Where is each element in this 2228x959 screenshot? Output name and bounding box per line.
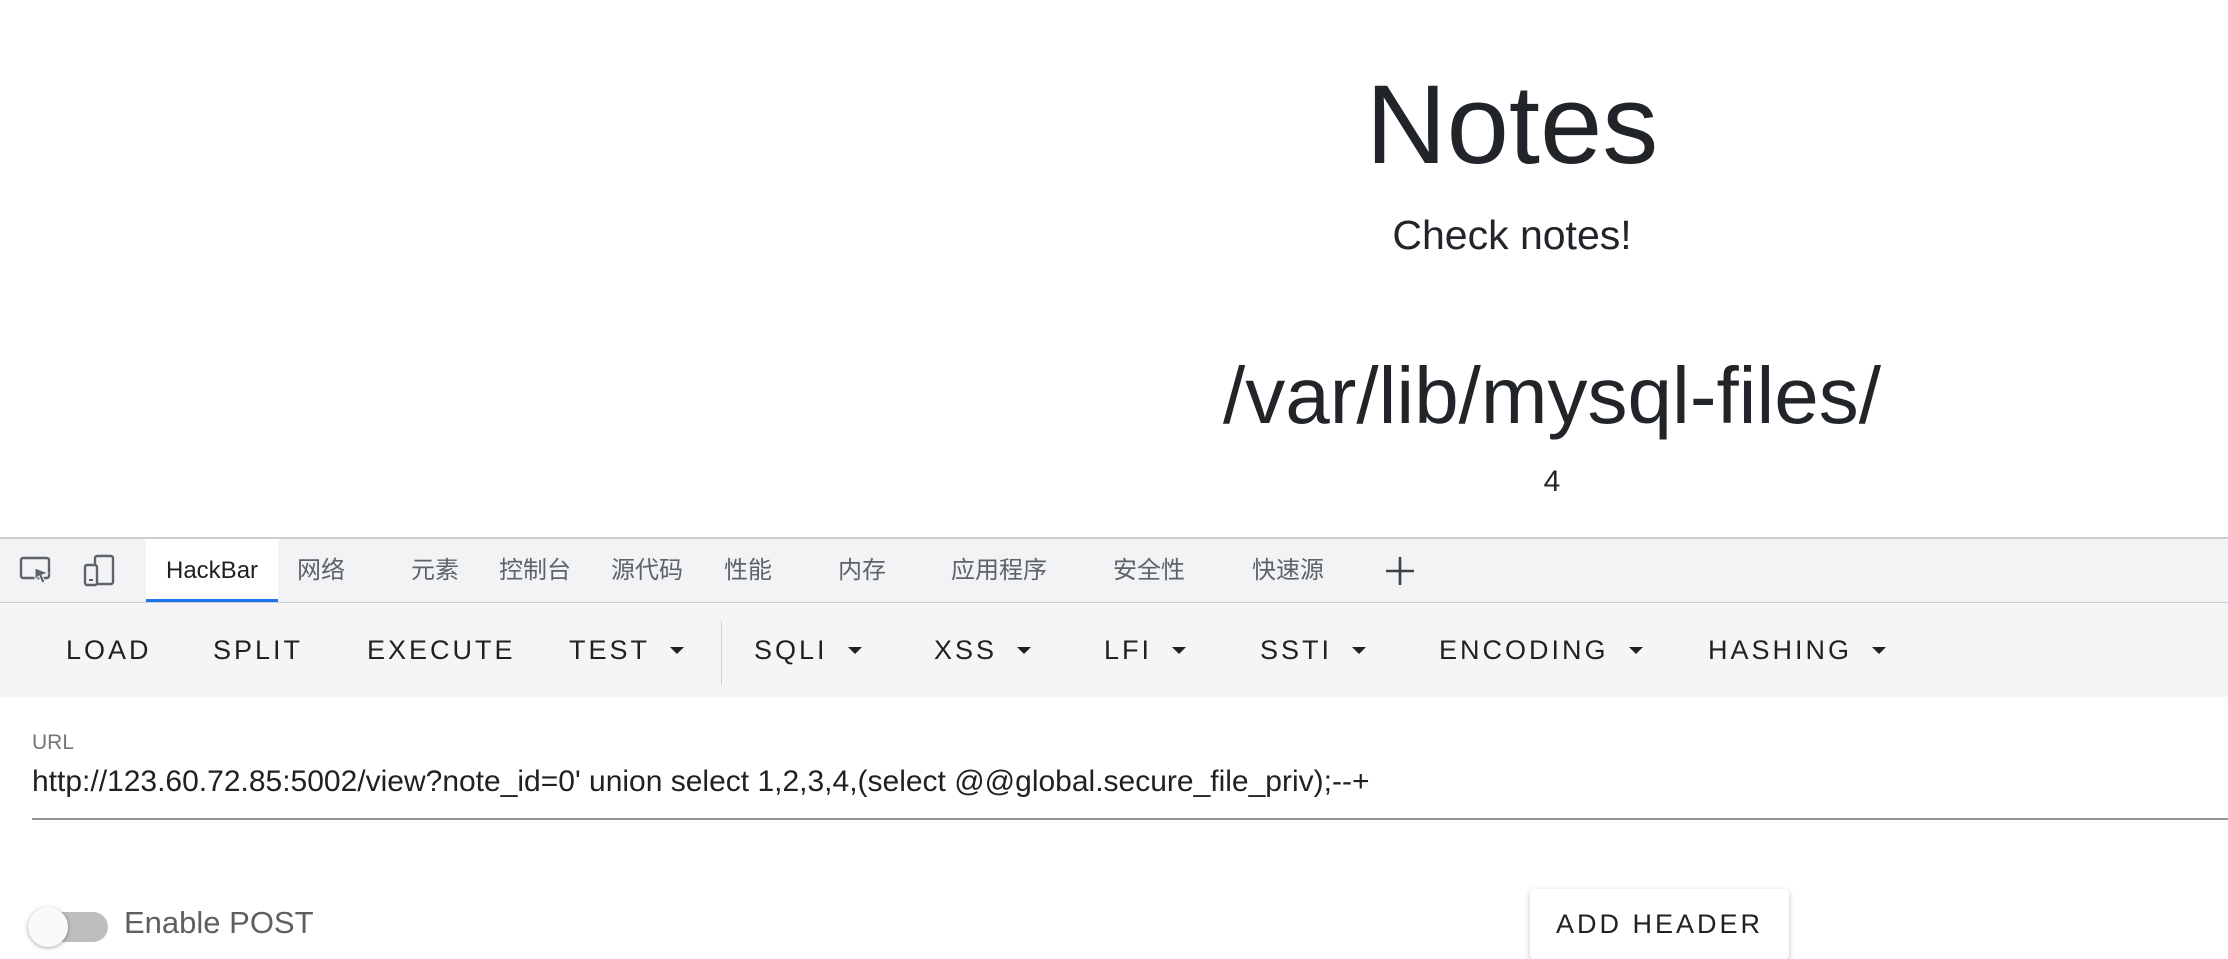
- tab-console[interactable]: 控制台: [499, 539, 571, 602]
- hackbar-toolbar: LOAD SPLIT EXECUTE TEST SQLI XSS LFI SST…: [0, 603, 2228, 697]
- tab-security[interactable]: 安全性: [1113, 539, 1185, 602]
- caret-down-icon: [1628, 646, 1643, 654]
- page-subtitle: Check notes!: [1392, 212, 1632, 258]
- caret-down-icon: [1172, 646, 1187, 654]
- xss-label: XSS: [934, 635, 998, 665]
- caret-down-icon: [1872, 646, 1887, 654]
- ssti-menu-button[interactable]: SSTI: [1260, 603, 1367, 697]
- execute-label: EXECUTE: [367, 635, 516, 665]
- url-input[interactable]: http://123.60.72.85:5002/view?note_id=0'…: [32, 762, 1369, 802]
- toolbar-divider: [721, 621, 722, 685]
- tab-sources[interactable]: 源代码: [611, 539, 683, 602]
- load-button[interactable]: LOAD: [66, 603, 152, 697]
- caret-down-icon: [847, 646, 862, 654]
- tab-memory[interactable]: 内存: [838, 539, 886, 602]
- url-label: URL: [32, 731, 75, 754]
- note-content: 4: [1543, 465, 1561, 498]
- execute-button[interactable]: EXECUTE: [367, 603, 516, 697]
- caret-down-icon: [1352, 646, 1367, 654]
- split-button[interactable]: SPLIT: [213, 603, 303, 697]
- ssti-label: SSTI: [1260, 635, 1333, 665]
- tab-performance[interactable]: 性能: [724, 539, 772, 602]
- test-label: TEST: [569, 635, 651, 665]
- test-menu-button[interactable]: TEST: [569, 603, 685, 697]
- sqli-label: SQLI: [754, 635, 828, 665]
- device-toolbar-icon[interactable]: [82, 553, 118, 589]
- load-label: LOAD: [66, 635, 152, 665]
- hashing-menu-button[interactable]: HASHING: [1708, 603, 1887, 697]
- tab-recorder[interactable]: 快速源: [1252, 539, 1324, 602]
- encoding-menu-button[interactable]: ENCODING: [1439, 603, 1643, 697]
- tab-elements[interactable]: 元素: [411, 539, 459, 602]
- add-header-button[interactable]: ADD HEADER: [1530, 889, 1789, 959]
- plus-icon[interactable]: [1384, 555, 1416, 587]
- encoding-label: ENCODING: [1439, 635, 1609, 665]
- hashing-label: HASHING: [1708, 635, 1853, 665]
- note-title: /var/lib/mysql-files/: [1223, 351, 1881, 440]
- lfi-menu-button[interactable]: LFI: [1104, 603, 1187, 697]
- toggle-knob: [28, 907, 68, 947]
- enable-post-toggle[interactable]: [28, 907, 108, 947]
- tab-application[interactable]: 应用程序: [951, 539, 1047, 602]
- page-content: Notes Check notes! /var/lib/mysql-files/…: [0, 0, 2228, 537]
- tab-network[interactable]: 网络: [297, 539, 345, 602]
- sqli-menu-button[interactable]: SQLI: [754, 603, 862, 697]
- lfi-label: LFI: [1104, 635, 1153, 665]
- page-title: Notes: [1365, 62, 1659, 187]
- caret-down-icon: [670, 646, 685, 654]
- enable-post-label[interactable]: Enable POST: [124, 905, 314, 941]
- devtools-tab-strip: HackBar 网络 元素 控制台 源代码 性能 内存 应用程序 安全性 快速源: [0, 537, 2228, 603]
- tab-hackbar[interactable]: HackBar: [146, 539, 279, 602]
- caret-down-icon: [1017, 646, 1032, 654]
- split-label: SPLIT: [213, 635, 304, 665]
- xss-menu-button[interactable]: XSS: [934, 603, 1032, 697]
- inspect-element-icon[interactable]: [18, 553, 54, 589]
- add-header-label: ADD HEADER: [1555, 909, 1764, 939]
- url-underline: [32, 818, 2228, 820]
